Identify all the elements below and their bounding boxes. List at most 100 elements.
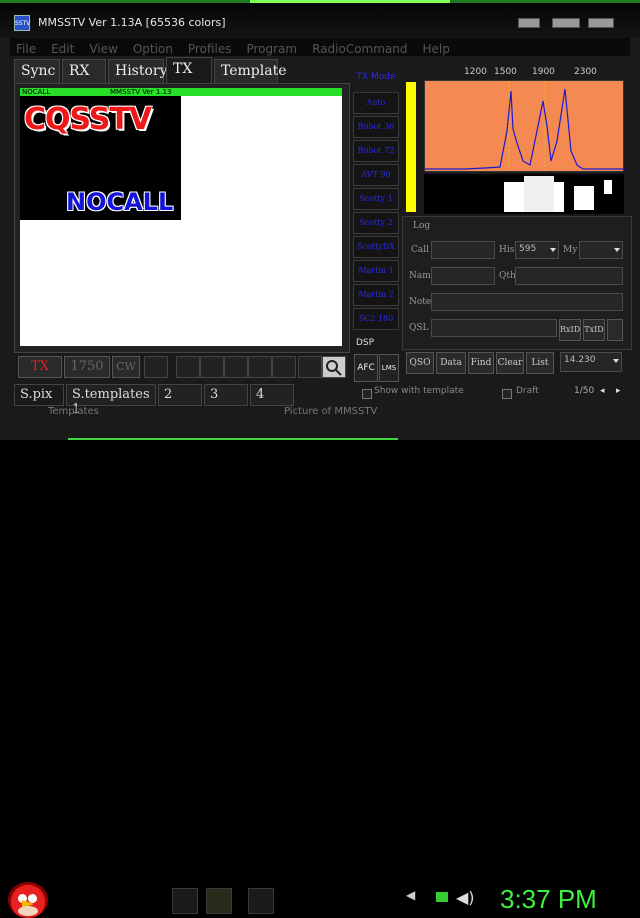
qth-field[interactable] (515, 267, 623, 285)
list-button[interactable]: List (526, 352, 554, 374)
paste-icon[interactable] (200, 356, 224, 378)
taskbar-app-icon-3[interactable] (248, 888, 274, 914)
his-report-select[interactable]: 595 (515, 241, 559, 259)
template-image: CQSSTV NOCALL (20, 96, 181, 220)
find-button[interactable]: Find (468, 352, 494, 374)
mode-scotty2[interactable]: Scotty 2 (353, 212, 399, 234)
menu-edit[interactable]: Edit (45, 41, 83, 56)
chevron-down-icon (613, 359, 619, 363)
cw-button[interactable]: CW (112, 356, 140, 378)
text-icon[interactable] (272, 356, 296, 378)
afc-button[interactable]: AFC (354, 354, 378, 382)
tab-spix[interactable]: S.pix (14, 384, 64, 406)
taskbar-app-icon-2[interactable] (206, 888, 232, 914)
mode-sc2-180[interactable]: SC2 180 (353, 308, 399, 330)
mode-robot36[interactable]: Robot 36 (353, 116, 399, 138)
txid-button[interactable]: TxID (583, 319, 605, 341)
name-field[interactable] (431, 267, 495, 285)
show-template-checkbox[interactable] (362, 389, 372, 399)
edit-icon[interactable] (248, 356, 272, 378)
his-report-value: 595 (519, 244, 537, 254)
tab-stemplates-3[interactable]: 3 (204, 384, 248, 406)
title-bar[interactable]: SSTV MMSSTV Ver 1.13A [65536 colors] (0, 0, 640, 38)
tab-stemplates-2[interactable]: 2 (158, 384, 202, 406)
page-next-icon[interactable]: ▸ (616, 386, 621, 396)
dsp-label: DSP (356, 338, 375, 348)
tab-history[interactable]: History (108, 59, 168, 83)
tray-volume-icon[interactable]: ◀) (456, 888, 475, 914)
mmsstv-window: SSTV MMSSTV Ver 1.13A [65536 colors] Fil… (0, 0, 640, 440)
mode-scotty1[interactable]: Scotty 1 (353, 188, 399, 210)
my-report-select[interactable] (579, 241, 623, 259)
callsign-text: NOCALL (66, 188, 174, 216)
tx-button[interactable]: TX (18, 356, 62, 378)
note-field[interactable] (431, 293, 623, 311)
frequency-select[interactable]: 14.230 (560, 352, 622, 372)
mode-martin2[interactable]: Martin 2 (353, 284, 399, 306)
load-icon[interactable] (298, 356, 322, 378)
log-title: Log (413, 221, 431, 231)
menu-help[interactable]: Help (417, 41, 459, 56)
show-template-label: Show with template (374, 386, 464, 396)
app-icon: SSTV (14, 15, 30, 31)
draft-checkbox[interactable] (502, 389, 512, 399)
frequency-value: 14.230 (564, 355, 596, 365)
mode-scottydx[interactable]: ScottyDX (353, 236, 399, 258)
call-label: Call (411, 245, 430, 255)
tab-rx[interactable]: RX (62, 59, 106, 83)
desktop-label-templates: Templates (48, 406, 99, 417)
menu-file[interactable]: File (10, 41, 45, 56)
taskbar-clock[interactable]: 3:37 PM (500, 884, 597, 915)
qsl-field[interactable] (431, 319, 557, 337)
menu-profiles[interactable]: Profiles (182, 41, 241, 56)
my-label: My (563, 245, 578, 255)
tab-tx[interactable]: TX (166, 57, 212, 83)
copy-icon[interactable] (176, 356, 200, 378)
mode-avt90[interactable]: AVT 90 (353, 164, 399, 186)
call-field[interactable] (431, 241, 495, 259)
mode-auto[interactable]: Auto (353, 92, 399, 114)
clear-image-icon[interactable] (224, 356, 248, 378)
waterfall-display (424, 174, 624, 214)
extra-button[interactable] (607, 319, 623, 341)
menu-radiocommand[interactable]: RadioCommand (306, 41, 416, 56)
preview-bar-version: MMSSTV Ver 1.13 (110, 88, 172, 96)
qth-label: Qth (499, 271, 516, 281)
close-button[interactable] (588, 18, 614, 28)
draft-label: Draft (516, 386, 539, 396)
image-source-icon[interactable] (144, 356, 168, 378)
page-prev-icon[interactable]: ◂ (600, 386, 605, 396)
tray-arrow-icon[interactable]: ◀ (406, 888, 424, 914)
menu-view[interactable]: View (83, 41, 126, 56)
mode-martin1[interactable]: Martin 1 (353, 260, 399, 282)
tab-stemplates-1[interactable]: S.templates 1 (66, 384, 156, 417)
start-angry-bird-icon[interactable] (8, 882, 48, 918)
his-label: His (499, 245, 515, 255)
chevron-down-icon (550, 248, 556, 252)
zoom-icon[interactable] (322, 356, 346, 378)
menu-option[interactable]: Option (127, 41, 182, 56)
log-panel: Log Call His 595 My Name Qth Note QSL Rx… (402, 216, 632, 350)
tray-network-icon[interactable] (432, 888, 450, 914)
rxid-button[interactable]: RxID (559, 319, 581, 341)
qsl-label: QSL (409, 323, 429, 333)
menu-program[interactable]: Program (240, 41, 306, 56)
tx-image-preview[interactable]: NOCALL MMSSTV Ver 1.13 CQSSTV NOCALL (20, 88, 342, 346)
lms-button[interactable]: LMS (379, 354, 399, 382)
freq-label-1200: 1200 (464, 67, 487, 77)
data-button[interactable]: Data (436, 352, 466, 374)
maximize-button[interactable] (552, 18, 580, 28)
signal-level-bar (406, 82, 416, 212)
taskbar-app-icon-1[interactable] (172, 888, 198, 914)
freq-label-2300: 2300 (574, 67, 597, 77)
tx-toolbar: TX 1750 CW (14, 354, 350, 380)
minimize-button[interactable] (518, 18, 540, 28)
tab-template[interactable]: Template (214, 59, 287, 83)
tab-sync[interactable]: Sync (14, 59, 60, 83)
tab-stemplates-4[interactable]: 4 (250, 384, 294, 406)
qso-button[interactable]: QSO (406, 352, 434, 374)
tone-1750-button[interactable]: 1750 (64, 356, 110, 378)
mode-robot72[interactable]: Robot 72 (353, 140, 399, 162)
taskbar: ◀ ◀) 3:37 PM (0, 440, 640, 918)
clear-button[interactable]: Clear (496, 352, 524, 374)
